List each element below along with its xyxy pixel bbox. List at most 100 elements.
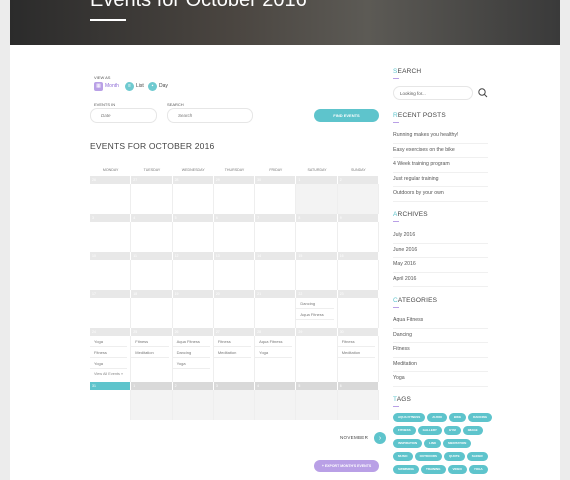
recent-post-link[interactable]: Outdoors by your own (393, 187, 488, 202)
day-cell[interactable] (90, 260, 132, 290)
day-number[interactable]: 8 (296, 214, 338, 222)
tag-pill[interactable]: OUTDOORS (414, 452, 443, 461)
next-month-button[interactable]: › (374, 432, 386, 444)
day-number[interactable]: 17 (90, 290, 132, 298)
day-cell[interactable]: Fitness Meditation (337, 336, 379, 382)
event-link[interactable]: Meditation (337, 347, 375, 358)
event-link[interactable]: Yoga (90, 336, 128, 347)
tag-pill[interactable]: MEDITATION (443, 439, 472, 448)
sidebar-search-input[interactable]: Looking for... (393, 86, 473, 100)
day-cell[interactable] (172, 390, 214, 420)
export-events-button[interactable]: + EXPORT MONTH'S EVENTS (314, 460, 379, 472)
day-cell[interactable]: Fitness Meditation (213, 336, 256, 382)
recent-post-link[interactable]: Just regular training (393, 173, 488, 187)
day-cell[interactable] (296, 184, 338, 214)
day-cell[interactable] (296, 222, 338, 252)
event-link[interactable]: Meditation (213, 347, 252, 358)
day-cell[interactable] (337, 184, 379, 214)
day-number[interactable]: 28 (255, 328, 297, 336)
day-number[interactable]: 25 (131, 328, 173, 336)
find-events-button[interactable]: FIND EVENTS (314, 109, 379, 122)
day-number[interactable]: 2 (172, 382, 214, 390)
view-day-option[interactable]: ▪ Day (148, 81, 168, 91)
day-number[interactable]: 6 (337, 382, 379, 390)
day-cell[interactable]: Fitness Meditation (131, 336, 173, 382)
day-number[interactable]: 9 (337, 214, 379, 222)
date-input[interactable]: Date (90, 108, 157, 123)
day-cell[interactable] (337, 298, 379, 328)
day-cell[interactable] (255, 390, 297, 420)
tag-pill[interactable]: SWIMMING (393, 465, 419, 474)
day-cell[interactable]: Dancing Aqua Fitness (296, 298, 338, 328)
day-number[interactable]: 26 (172, 328, 214, 336)
day-number[interactable]: 30 (255, 176, 297, 184)
archive-link[interactable]: June 2016 (393, 244, 488, 258)
day-number[interactable]: 14 (255, 252, 297, 260)
tag-pill[interactable]: GALLERY (417, 426, 442, 435)
day-number[interactable]: 26 (90, 176, 132, 184)
day-number[interactable]: 3 (90, 214, 132, 222)
event-search-input[interactable]: Search (167, 108, 253, 123)
day-cell[interactable] (172, 298, 214, 328)
tag-pill[interactable]: FITNESS (393, 426, 416, 435)
day-number[interactable]: 5 (296, 382, 338, 390)
day-number[interactable]: 21 (255, 290, 297, 298)
event-link[interactable]: Aqua Fitness (172, 336, 210, 347)
tag-pill[interactable]: QUOTE (444, 452, 465, 461)
view-all-events-link[interactable]: View All Events » (90, 369, 130, 379)
day-number[interactable]: 27 (131, 176, 173, 184)
day-number[interactable]: 10 (90, 252, 132, 260)
day-number[interactable]: 1 (131, 382, 173, 390)
day-cell[interactable] (172, 260, 214, 290)
day-number[interactable]: 29 (296, 328, 338, 336)
search-icon[interactable] (477, 87, 489, 99)
day-cell[interactable] (337, 260, 379, 290)
day-cell[interactable] (172, 184, 214, 214)
tag-pill[interactable]: IMAGE (462, 426, 483, 435)
event-link[interactable]: Aqua Fitness (296, 309, 334, 320)
day-number[interactable]: 22 (296, 290, 338, 298)
day-cell[interactable]: Aqua Fitness Dancing Yoga (172, 336, 214, 382)
archive-link[interactable]: April 2016 (393, 273, 488, 287)
day-cell[interactable] (337, 390, 379, 420)
day-number[interactable]: 13 (213, 252, 256, 260)
day-number[interactable]: 31 (90, 382, 132, 390)
day-cell[interactable] (296, 260, 338, 290)
event-link[interactable]: Fitness (131, 336, 169, 347)
next-month-label[interactable]: NOVEMBER (340, 435, 368, 440)
day-number[interactable]: 20 (213, 290, 256, 298)
day-number[interactable]: 19 (172, 290, 214, 298)
day-number[interactable]: 5 (172, 214, 214, 222)
tag-pill[interactable]: AUDIO (427, 413, 447, 422)
event-link[interactable]: Yoga (255, 347, 293, 358)
day-cell[interactable] (296, 390, 338, 420)
event-link[interactable]: Dancing (172, 347, 210, 358)
day-number[interactable]: 30 (337, 328, 379, 336)
event-link[interactable]: Fitness (213, 336, 252, 347)
archive-link[interactable]: July 2016 (393, 229, 488, 244)
day-number[interactable]: 4 (131, 214, 173, 222)
event-link[interactable]: Yoga (172, 358, 210, 369)
day-number[interactable]: 4 (255, 382, 297, 390)
tag-pill[interactable]: MUSIC (393, 452, 413, 461)
day-cell[interactable] (213, 390, 256, 420)
day-cell[interactable] (90, 184, 132, 214)
tag-pill[interactable]: INSPIRATION (393, 439, 423, 448)
day-cell[interactable] (90, 390, 132, 420)
view-list-option[interactable]: ≡ List (125, 81, 144, 91)
day-cell[interactable] (337, 222, 379, 252)
day-cell[interactable] (131, 184, 173, 214)
day-number[interactable]: 7 (255, 214, 297, 222)
day-number[interactable]: 24 (90, 328, 132, 336)
day-number[interactable]: 1 (296, 176, 338, 184)
tag-pill[interactable]: GYM (443, 426, 461, 435)
day-cell[interactable] (131, 260, 173, 290)
tag-pill[interactable]: VIDEO (447, 465, 467, 474)
recent-post-link[interactable]: Running makes you healthy! (393, 129, 488, 144)
day-number[interactable]: 27 (213, 328, 256, 336)
day-number[interactable]: 15 (296, 252, 338, 260)
tag-pill[interactable]: YOGA (468, 465, 488, 474)
day-number[interactable]: 3 (213, 382, 256, 390)
day-cell[interactable] (213, 260, 256, 290)
recent-post-link[interactable]: 4 Week training program (393, 158, 488, 173)
